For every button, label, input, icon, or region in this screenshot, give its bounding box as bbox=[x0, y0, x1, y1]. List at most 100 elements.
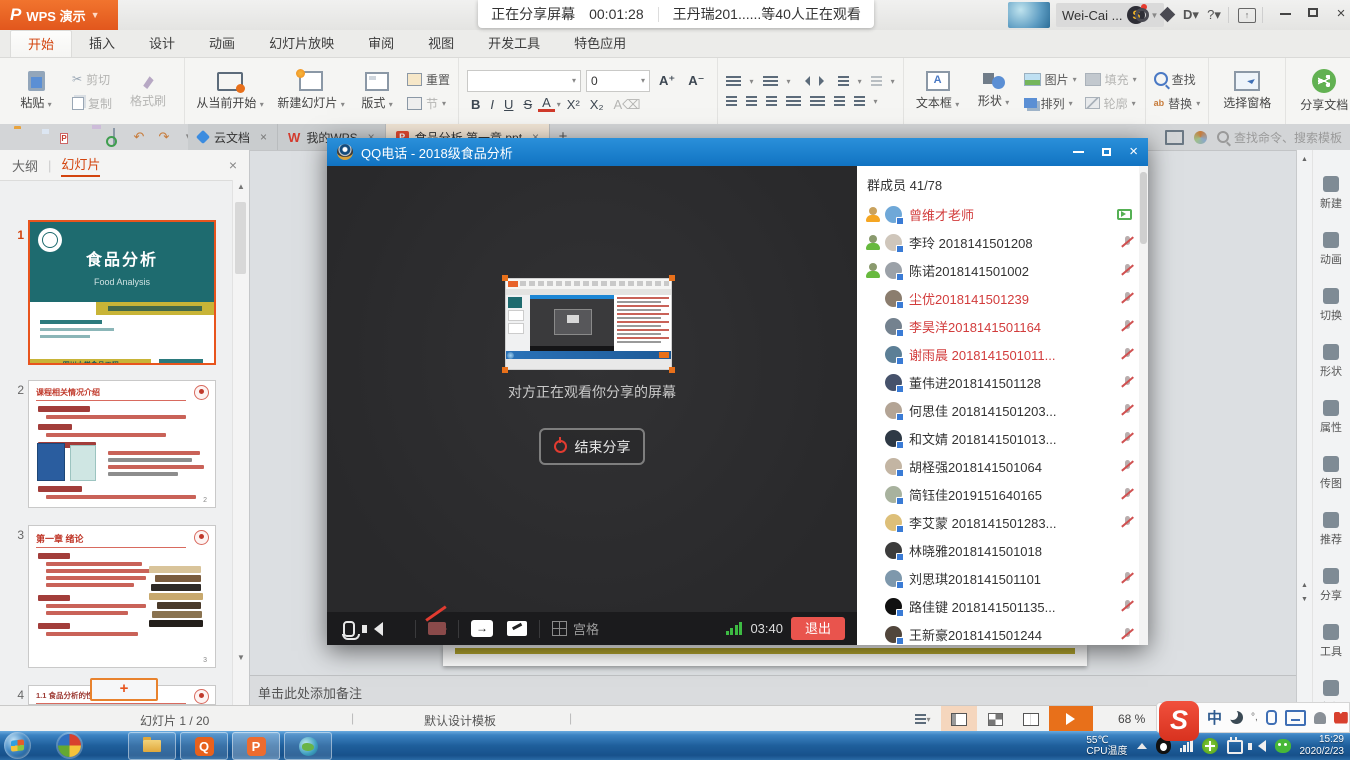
wechat-tray-icon[interactable] bbox=[1275, 739, 1291, 753]
browser-taskbar-icon[interactable] bbox=[58, 734, 81, 757]
menu-tab-1[interactable]: 插入 bbox=[72, 30, 132, 57]
fill-button[interactable]: 填充 ▾ bbox=[1085, 71, 1137, 88]
arrange-button[interactable]: 排列 ▾ bbox=[1024, 95, 1077, 112]
volume-tray-icon[interactable] bbox=[1252, 740, 1266, 752]
mic-muted-icon[interactable] bbox=[1122, 600, 1132, 613]
copy-button[interactable]: 复制 bbox=[72, 95, 112, 112]
member-row-14[interactable]: 路佳键 2018141501135... bbox=[857, 592, 1148, 620]
scroll-up-icon[interactable]: ▲ bbox=[233, 180, 249, 194]
explorer-taskbar-button[interactable] bbox=[128, 732, 176, 760]
microphone-button[interactable] bbox=[343, 621, 355, 637]
menu-tab-3[interactable]: 动画 bbox=[192, 30, 252, 57]
camera-off-button[interactable] bbox=[428, 622, 446, 635]
format-painter-button[interactable]: 格式刷 bbox=[120, 73, 176, 109]
decrease-indent-icon[interactable] bbox=[800, 76, 810, 86]
fullwidth-mode-icon[interactable] bbox=[1230, 711, 1243, 724]
member-row-13[interactable]: 刘思琪2018141501101 bbox=[857, 564, 1148, 592]
menu-tab-8[interactable]: 特色应用 bbox=[557, 30, 643, 57]
cut-button[interactable]: ✂剪切 bbox=[72, 71, 112, 88]
menu-tab-5[interactable]: 审阅 bbox=[351, 30, 411, 57]
member-row-0[interactable]: 曾维才老师 bbox=[857, 200, 1148, 228]
pdf-reader-taskbar-button[interactable]: Q bbox=[180, 732, 228, 760]
globe-app-taskbar-button[interactable] bbox=[284, 732, 332, 760]
presentation-mode-button[interactable] bbox=[507, 621, 527, 636]
reset-button[interactable]: 重置 bbox=[407, 71, 450, 88]
distribute-icon[interactable] bbox=[810, 96, 825, 107]
doc-tab-0[interactable]: 云文档× bbox=[188, 124, 278, 150]
mic-muted-icon[interactable] bbox=[1122, 292, 1132, 305]
new-slide-button[interactable]: 新建幻灯片 ▾ bbox=[275, 71, 347, 111]
sidebar-tool-4[interactable]: 属性 bbox=[1320, 400, 1342, 435]
member-row-15[interactable]: 王新豪2018141501244 bbox=[857, 620, 1148, 645]
redo-icon[interactable]: ↷ bbox=[156, 129, 172, 145]
align-center-icon[interactable] bbox=[746, 96, 757, 107]
undo-icon[interactable]: ↶ bbox=[131, 129, 147, 145]
add-slide-button[interactable]: + bbox=[90, 678, 158, 701]
sidebar-tool-1[interactable]: 动画 bbox=[1320, 232, 1342, 267]
scrollbar-thumb[interactable] bbox=[235, 202, 246, 274]
para-spacing-icon[interactable] bbox=[854, 96, 865, 107]
save-icon[interactable] bbox=[31, 129, 47, 145]
selection-pane-button[interactable]: 选择窗格 bbox=[1217, 71, 1277, 111]
screen-share-button[interactable]: → bbox=[471, 620, 493, 637]
mic-muted-icon[interactable] bbox=[1122, 432, 1132, 445]
speaker-button[interactable] bbox=[367, 622, 383, 636]
menu-tab-6[interactable]: 视图 bbox=[411, 30, 471, 57]
end-share-button[interactable]: 结束分享 bbox=[539, 428, 645, 465]
sidebar-tool-8[interactable]: 工具 bbox=[1320, 624, 1342, 659]
soft-keyboard-icon[interactable] bbox=[1285, 710, 1306, 726]
align-left-icon[interactable] bbox=[726, 96, 737, 107]
power-tray-icon[interactable] bbox=[1227, 740, 1243, 754]
member-row-1[interactable]: 李玲 2018141501208 bbox=[857, 228, 1148, 256]
font-size-select[interactable]: 0▾ bbox=[586, 70, 650, 92]
mic-muted-icon[interactable] bbox=[1122, 460, 1132, 473]
maximize-button[interactable] bbox=[1300, 6, 1326, 24]
picture-button[interactable]: 图片 ▾ bbox=[1024, 71, 1077, 88]
menu-tab-2[interactable]: 设计 bbox=[132, 30, 192, 57]
mic-muted-icon[interactable] bbox=[1122, 488, 1132, 501]
slide-thumbnail-2[interactable]: 课程相关情况介绍 2 bbox=[28, 380, 216, 508]
scroll-down-icon[interactable]: ▼ bbox=[233, 651, 249, 665]
taskbar-clock[interactable]: 15:29 2020/2/23 bbox=[1300, 734, 1345, 758]
mic-muted-icon[interactable] bbox=[1122, 404, 1132, 417]
show-hidden-icons[interactable] bbox=[1137, 738, 1147, 749]
template-name[interactable]: 默认设计模板 bbox=[424, 712, 496, 729]
decrease-font-button[interactable]: A⁻ bbox=[684, 73, 708, 89]
share-document-button[interactable]: 分享文档 bbox=[1294, 69, 1350, 113]
next-slide-icon[interactable]: ▼ bbox=[1297, 596, 1312, 603]
mic-muted-icon[interactable] bbox=[1122, 628, 1132, 641]
document-scrollbar[interactable]: ▲ ▲ ▼ bbox=[1297, 150, 1313, 710]
minimize-button[interactable] bbox=[1272, 6, 1298, 24]
punctuation-mode-icon[interactable]: °, bbox=[1251, 712, 1258, 723]
thumbnail-scrollbar[interactable]: ▲ ▼ bbox=[232, 180, 249, 705]
wps-logo[interactable]: P WPS 演示 ▼ bbox=[0, 0, 118, 30]
play-window-icon[interactable] bbox=[1165, 130, 1184, 145]
subscript-button[interactable]: X₂ bbox=[586, 97, 608, 112]
play-from-current-button[interactable]: 从当前开始 ▾ bbox=[193, 72, 267, 111]
scroll-up-icon[interactable]: ▲ bbox=[1297, 156, 1312, 163]
notes-area[interactable]: 单击此处添加备注 bbox=[250, 675, 1296, 705]
member-row-12[interactable]: 林晓雅2018141501018 bbox=[857, 536, 1148, 564]
underline-button[interactable]: U bbox=[500, 97, 517, 112]
qq-window-titlebar[interactable]: QQ电话 - 2018级食品分析 × bbox=[327, 138, 1148, 166]
columns-icon[interactable] bbox=[871, 76, 882, 87]
language-mode-indicator[interactable]: 中 bbox=[1207, 707, 1222, 728]
voice-input-icon[interactable] bbox=[1266, 710, 1277, 725]
mic-muted-icon[interactable] bbox=[1122, 572, 1132, 585]
member-row-9[interactable]: 胡柽强2018141501064 bbox=[857, 452, 1148, 480]
bold-button[interactable]: B bbox=[467, 97, 484, 112]
grid-view-label[interactable]: 宫格 bbox=[573, 619, 599, 638]
increase-font-button[interactable]: A⁺ bbox=[655, 73, 679, 89]
skin-icon[interactable] bbox=[1133, 7, 1151, 23]
slide-sorter-view-button[interactable] bbox=[977, 706, 1013, 732]
tab-outline[interactable]: 大纲 bbox=[12, 156, 38, 175]
increase-indent-icon[interactable] bbox=[819, 76, 829, 86]
tab-slides[interactable]: 幻灯片 bbox=[61, 154, 100, 177]
command-search-box[interactable]: 查找命令、搜索模板 bbox=[1217, 129, 1342, 146]
sidebar-tool-2[interactable]: 切换 bbox=[1320, 288, 1342, 323]
menu-tab-0[interactable]: 开始 bbox=[10, 30, 72, 57]
grid-view-icon[interactable] bbox=[552, 621, 567, 636]
exit-call-button[interactable]: 退出 bbox=[791, 617, 845, 640]
start-button[interactable] bbox=[4, 732, 31, 759]
view-options-icon[interactable]: ▾ bbox=[905, 706, 941, 732]
